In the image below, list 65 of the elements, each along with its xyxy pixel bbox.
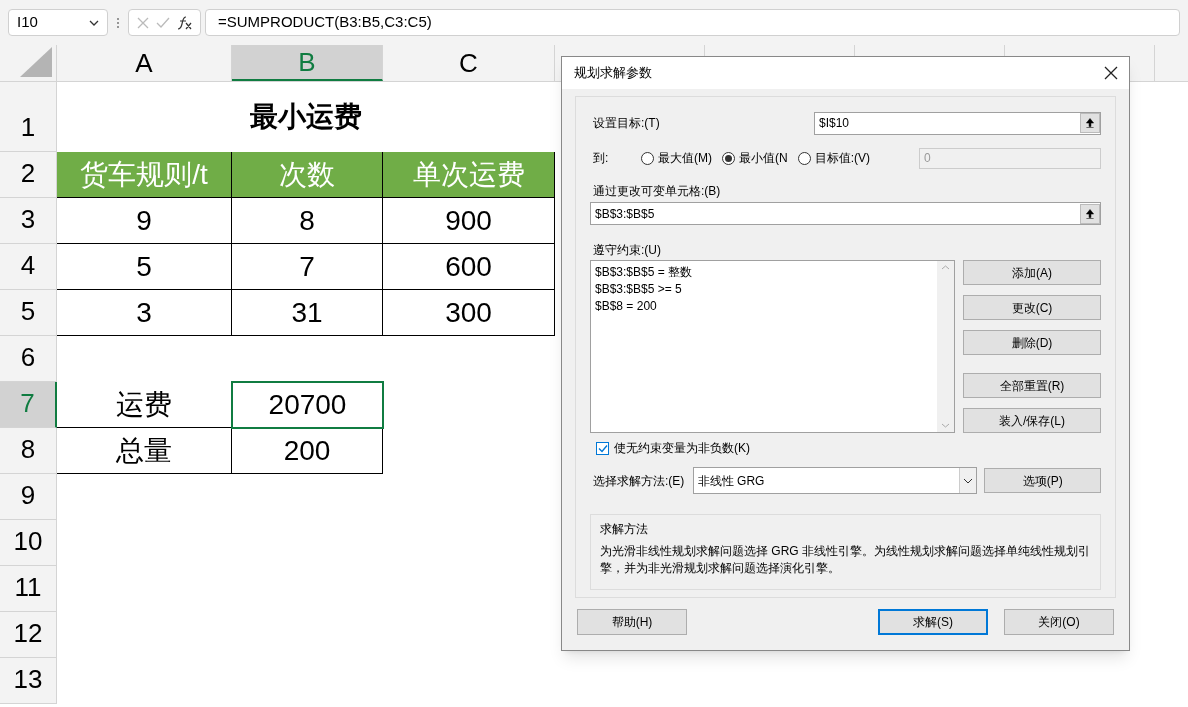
formula-field[interactable]: =SUMPRODUCT(B3:B5,C3:C5): [205, 9, 1180, 36]
table-cell: 31: [232, 290, 383, 336]
row-header[interactable]: 9: [0, 474, 57, 520]
table-cell: 300: [383, 290, 555, 336]
row-header[interactable]: 8: [0, 428, 57, 474]
column-header[interactable]: C: [383, 45, 555, 81]
dialog-button[interactable]: 添加(A): [963, 260, 1101, 285]
function-icon[interactable]: [176, 15, 193, 30]
options-button[interactable]: 选项(P): [984, 468, 1101, 493]
row-header[interactable]: 2: [0, 152, 57, 198]
checkbox[interactable]: [596, 441, 609, 455]
changing-cells-label: 通过更改可变单元格:(B): [592, 183, 722, 200]
constraint-item[interactable]: $B$3:$B$5 = 整数: [595, 264, 933, 281]
dialog-button[interactable]: 帮助(H): [577, 609, 687, 635]
check-icon[interactable]: [155, 17, 170, 28]
table-cell: 20700: [232, 382, 383, 428]
table-title: 最小运费: [250, 100, 362, 134]
description-text: 为光滑非线性规划求解问题选择 GRG 非线性引擎。为线性规划求解问题选择单纯线性规划引擎，并为非光滑规划求解问题选择演化引擎。: [600, 543, 1091, 577]
dialog-button[interactable]: 装入/保存(L): [963, 408, 1101, 433]
constraints-label: 遵守约束:(U): [592, 242, 662, 259]
to-label: 到:: [592, 150, 610, 167]
constraint-item[interactable]: $B$8 = 200: [595, 298, 933, 315]
collapse-icon[interactable]: [1080, 203, 1100, 224]
table-cell: 9: [57, 198, 232, 244]
target-field[interactable]: $I$10: [814, 111, 1101, 135]
dialog-button[interactable]: 关闭(O): [1004, 609, 1114, 635]
table-cell: 8: [232, 198, 383, 244]
dialog-title: 规划求解参数: [574, 64, 652, 83]
row-header[interactable]: 4: [0, 244, 57, 290]
row-header[interactable]: 1: [0, 82, 57, 152]
constraints-list[interactable]: $B$3:$B$5 = 整数 $B$3:$B$5 >= 5 $B$8 = 200: [590, 260, 955, 433]
header-cell: 单次运费: [383, 152, 555, 198]
row-header[interactable]: 12: [0, 612, 57, 658]
table-cell: 5: [57, 244, 232, 290]
table-cell: 3: [57, 290, 232, 336]
table-cell: 7: [232, 244, 383, 290]
chevron-down-icon: [89, 19, 99, 26]
row-header[interactable]: 13: [0, 658, 57, 704]
row-header[interactable]: 5: [0, 290, 57, 336]
header-cell: 货车规则/t: [57, 152, 232, 198]
name-box[interactable]: I10: [8, 9, 108, 36]
header-cell: 次数: [232, 152, 383, 198]
table-cell: 200: [232, 428, 383, 474]
table-cell: 总量: [57, 428, 232, 474]
chevron-down-icon: [963, 477, 974, 484]
checkbox-label: 使无约束变量为非负数(K): [614, 440, 750, 457]
more-icon: [116, 16, 120, 29]
row-header[interactable]: 6: [0, 336, 57, 382]
collapse-icon[interactable]: [1080, 113, 1100, 133]
dialog-button[interactable]: 删除(D): [963, 330, 1101, 355]
row-header[interactable]: 10: [0, 520, 57, 566]
table-cell: 900: [383, 198, 555, 244]
dialog-button[interactable]: 求解(S): [878, 609, 988, 635]
table-cell: 运费: [57, 382, 232, 428]
row-header[interactable]: 3: [0, 198, 57, 244]
row-header[interactable]: 11: [0, 566, 57, 612]
method-label: 选择求解方法:(E): [592, 472, 686, 490]
changing-cells-field[interactable]: $B$3:$B$5: [590, 202, 1101, 225]
constraint-item[interactable]: $B$3:$B$5 >= 5: [595, 281, 933, 298]
description-title: 求解方法: [600, 521, 649, 538]
dialog-button[interactable]: 全部重置(R): [963, 373, 1101, 398]
target-label: 设置目标:(T): [592, 115, 661, 132]
dialog-button[interactable]: 更改(C): [963, 295, 1101, 320]
table-cell: 600: [383, 244, 555, 290]
method-select[interactable]: 非线性 GRG: [692, 467, 978, 494]
